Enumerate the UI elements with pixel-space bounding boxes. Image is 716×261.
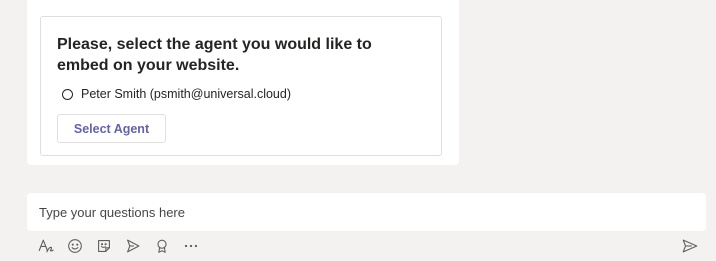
agent-option[interactable]: Peter Smith (psmith@universal.cloud) xyxy=(62,87,291,101)
select-agent-button[interactable]: Select Agent xyxy=(57,114,166,143)
more-options-icon[interactable] xyxy=(181,236,201,256)
agent-option-label: Peter Smith (psmith@universal.cloud) xyxy=(81,87,291,101)
format-icon[interactable] xyxy=(36,236,56,256)
card-title: Please, select the agent you would like … xyxy=(57,36,372,74)
message-input[interactable] xyxy=(39,193,689,231)
adaptive-card: Please, select the agent you would like … xyxy=(40,16,442,156)
stream-icon[interactable] xyxy=(123,236,143,256)
praise-icon[interactable] xyxy=(152,236,172,256)
sticker-icon[interactable] xyxy=(94,236,114,256)
emoji-icon[interactable] xyxy=(65,236,85,256)
compose-toolbar xyxy=(36,236,210,256)
radio-button[interactable] xyxy=(62,88,73,100)
message-bubble: Please, select the agent you would like … xyxy=(27,0,459,165)
send-icon[interactable] xyxy=(680,236,700,256)
compose-box[interactable] xyxy=(27,193,706,231)
